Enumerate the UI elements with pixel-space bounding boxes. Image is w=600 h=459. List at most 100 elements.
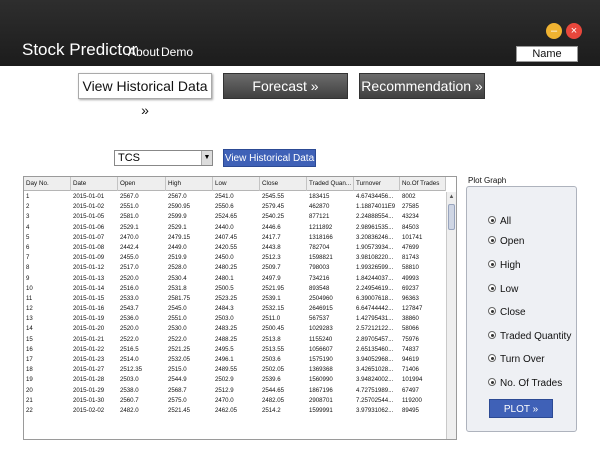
column-header[interactable]: Low bbox=[213, 177, 260, 191]
stock-select[interactable]: TCS ▼ bbox=[114, 150, 213, 166]
nav-historical-data-button[interactable]: View Historical Data » bbox=[78, 73, 212, 118]
view-historical-data-button[interactable]: View Historical Data bbox=[223, 149, 316, 167]
table-cell: 2482.05 bbox=[262, 396, 285, 404]
table-cell: 2511.0 bbox=[262, 315, 281, 323]
table-cell: 71406 bbox=[402, 366, 419, 374]
menu-demo[interactable]: Demo bbox=[161, 45, 193, 59]
table-row[interactable]: 13 2015-01-19 2536.0 2551.0 2503.0 2511.0 5675… bbox=[24, 314, 446, 324]
radio-dot-icon bbox=[488, 236, 496, 245]
table-row[interactable]: 4 2015-01-06 2529.1 2529.1 2440.0 2446.6 12118… bbox=[24, 223, 446, 233]
table-cell: 2516.5 bbox=[120, 345, 139, 353]
table-row[interactable]: 22 2015-02-02 2482.0 2521.45 2462.05 2514.2 15… bbox=[24, 406, 446, 416]
table-cell: 1.18874011E9 bbox=[356, 203, 396, 211]
table-cell: 2015-01-23 bbox=[73, 356, 105, 363]
table-row[interactable]: 7 2015-01-09 2455.0 2519.9 2450.0 2512.3 15988… bbox=[24, 253, 446, 263]
column-header[interactable]: Day No. bbox=[24, 177, 71, 191]
table-cell: 2015-01-06 bbox=[73, 223, 105, 231]
table-cell: 2530.0 bbox=[168, 325, 187, 333]
table-row[interactable]: 11 2015-01-15 2533.0 2581.75 2523.25 2539.1 25… bbox=[24, 294, 446, 304]
table-cell: 3.98108220... bbox=[356, 254, 394, 262]
user-name-field[interactable]: Name bbox=[516, 46, 578, 62]
table-row[interactable]: 21 2015-01-30 2560.7 2575.0 2470.0 2482.05 290… bbox=[24, 396, 446, 406]
radio-label: Close bbox=[500, 307, 526, 318]
scroll-up-arrow-icon[interactable]: ▲ bbox=[447, 192, 456, 202]
table-row[interactable]: 9 2015-01-13 2520.0 2530.4 2480.1 2497.9 73421… bbox=[24, 274, 446, 284]
table-cell: 2646915 bbox=[309, 305, 333, 313]
table-cell: 2532.05 bbox=[168, 356, 191, 363]
table-row[interactable]: 17 2015-01-23 2514.0 2532.05 2496.1 2503.6 157… bbox=[24, 355, 446, 365]
table-cell: 84503 bbox=[402, 223, 419, 231]
table-row[interactable]: 1 2015-01-01 2567.0 2567.0 2541.0 2545.55 1834… bbox=[24, 192, 446, 202]
table-cell: 1599991 bbox=[309, 406, 333, 414]
radio-low[interactable]: Low bbox=[488, 284, 518, 296]
column-header[interactable]: No.Of Trades bbox=[400, 177, 446, 191]
radio-dot-icon bbox=[488, 354, 496, 363]
table-cell: 6.39007618... bbox=[356, 294, 394, 302]
column-header[interactable]: Traded Quan... bbox=[307, 177, 354, 191]
table-cell: 1211892 bbox=[309, 223, 333, 231]
radio-high[interactable]: High bbox=[488, 260, 521, 272]
table-row[interactable]: 18 2015-01-27 2512.35 2515.0 2489.55 2502.05 1… bbox=[24, 365, 446, 375]
nav-forecast-button[interactable]: Forecast » bbox=[223, 73, 348, 99]
table-row[interactable]: 16 2015-01-22 2516.5 2521.25 2495.5 2513.55 10… bbox=[24, 345, 446, 355]
table-cell: 2533.0 bbox=[120, 294, 139, 302]
table-cell: 2560.7 bbox=[120, 396, 139, 404]
table-cell: 2532.15 bbox=[262, 305, 285, 313]
table-cell: 2462.05 bbox=[215, 406, 238, 414]
radio-dot-icon bbox=[488, 307, 496, 316]
table-cell: 2520.0 bbox=[120, 274, 139, 282]
column-header[interactable]: Close bbox=[260, 177, 307, 191]
table-row[interactable]: 10 2015-01-14 2516.0 2531.8 2500.5 2521.95 893… bbox=[24, 284, 446, 294]
table-cell: 5 bbox=[26, 233, 30, 241]
radio-turn-over[interactable]: Turn Over bbox=[488, 354, 545, 366]
table-cell: 2450.0 bbox=[215, 254, 234, 262]
radio-close[interactable]: Close bbox=[488, 307, 526, 319]
table-cell: 2.89705457... bbox=[356, 335, 394, 343]
table-cell: 2488.25 bbox=[215, 335, 238, 343]
table-cell: 1867196 bbox=[309, 386, 333, 394]
column-header[interactable]: Date bbox=[71, 177, 118, 191]
radio-traded-quantity[interactable]: Traded Quantity bbox=[488, 331, 571, 343]
table-cell: 567537 bbox=[309, 315, 330, 323]
table-cell: 2015-01-27 bbox=[73, 366, 105, 374]
table-cell: 15 bbox=[26, 335, 33, 343]
table-scrollbar[interactable]: ▲ bbox=[446, 192, 456, 439]
table-row[interactable]: 15 2015-01-21 2522.0 2522.0 2488.25 2513.8 115… bbox=[24, 335, 446, 345]
menu-about[interactable]: About bbox=[128, 45, 159, 59]
column-header[interactable]: Turnover bbox=[354, 177, 400, 191]
radio-no-of-trades[interactable]: No. Of Trades bbox=[488, 378, 562, 390]
dropdown-arrow-icon[interactable]: ▼ bbox=[201, 151, 212, 165]
table-cell: 2449.0 bbox=[168, 243, 187, 251]
table-row[interactable]: 5 2015-01-07 2470.0 2479.15 2407.45 2417.7 131… bbox=[24, 233, 446, 243]
table-cell: 2482.0 bbox=[120, 406, 139, 414]
table-cell: 2567.0 bbox=[168, 193, 187, 200]
app-title: Stock Predictor bbox=[22, 40, 138, 59]
column-header[interactable]: High bbox=[166, 177, 213, 191]
minimize-button[interactable]: – bbox=[546, 23, 562, 39]
table-row[interactable]: 19 2015-01-28 2503.0 2544.9 2502.9 2539.6 1560… bbox=[24, 375, 446, 385]
table-row[interactable]: 12 2015-01-16 2543.7 2545.0 2484.3 2532.15 264… bbox=[24, 304, 446, 314]
table-cell: 893548 bbox=[309, 284, 330, 292]
table-cell: 43234 bbox=[402, 213, 419, 221]
nav-recommendation-button[interactable]: Recommendation » bbox=[359, 73, 485, 99]
table-cell: 127847 bbox=[402, 305, 423, 313]
table-row[interactable]: 8 2015-01-12 2517.0 2528.0 2480.25 2509.7 7980… bbox=[24, 263, 446, 273]
table-cell: 2512.9 bbox=[215, 386, 234, 394]
table-row[interactable]: 2 2015-01-02 2551.0 2590.95 2550.6 2579.45 462… bbox=[24, 202, 446, 212]
table-row[interactable]: 14 2015-01-20 2520.0 2530.0 2483.25 2500.45 10… bbox=[24, 324, 446, 334]
radio-open[interactable]: Open bbox=[488, 236, 524, 248]
scrollbar-thumb[interactable] bbox=[448, 204, 455, 230]
radio-dot-icon bbox=[488, 260, 496, 269]
close-button[interactable]: × bbox=[566, 23, 582, 39]
table-row[interactable]: 6 2015-01-08 2442.4 2449.0 2420.55 2443.8 7827… bbox=[24, 243, 446, 253]
table-cell: 2539.1 bbox=[262, 294, 281, 302]
table-row[interactable]: 20 2015-01-29 2538.0 2568.7 2512.9 2544.65 186… bbox=[24, 386, 446, 396]
plot-button[interactable]: PLOT » bbox=[489, 399, 553, 418]
radio-label: Turn Over bbox=[500, 354, 545, 365]
table-cell: 1056607 bbox=[309, 345, 333, 353]
radio-all[interactable]: All bbox=[488, 216, 511, 228]
table-cell: 22 bbox=[26, 406, 33, 414]
table-cell: 89495 bbox=[402, 406, 419, 414]
column-header[interactable]: Open bbox=[118, 177, 166, 191]
table-row[interactable]: 3 2015-01-05 2581.0 2599.9 2524.65 2540.25 877… bbox=[24, 212, 446, 222]
